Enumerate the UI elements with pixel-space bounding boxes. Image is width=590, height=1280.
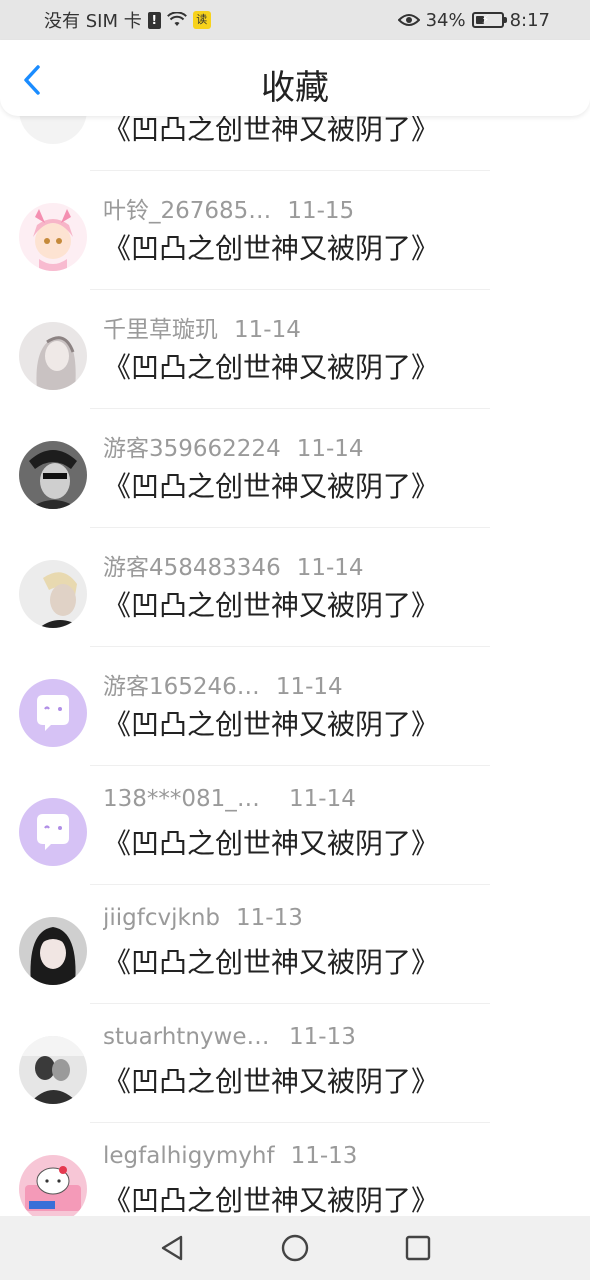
item-meta: 千里草璇玑 11-14 [103,310,301,344]
couple-photo-avatar-icon [19,1036,87,1104]
list-item[interactable]: jiigfcvjknb 11-13 《凹凸之创世神又被阴了》 [0,885,590,1004]
list-item[interactable]: stuarhtnywei… 11-13 《凹凸之创世神又被阴了》 [0,1004,590,1123]
list-item[interactable]: 游客165246… 11-14 《凹凸之创世神又被阴了》 [0,647,590,766]
item-date: 11-14 [296,555,364,581]
avatar[interactable] [19,322,87,390]
item-meta: legfalhigymyhf 11-13 [103,1143,357,1169]
item-title: 《凹凸之创世神又被阴了》 [103,708,440,741]
avatar[interactable] [19,798,87,866]
avatar[interactable] [19,560,87,628]
nav-back-button[interactable] [152,1228,192,1268]
user-name: legfalhigymyhf [103,1143,275,1169]
user-name: 叶铃_267685… [103,198,272,224]
user-name: jiigfcvjknb [103,905,221,931]
user-name: 游客458483346 [103,555,281,581]
user-name: 138***081_4… [103,786,273,812]
item-title: 《凹凸之创世神又被阴了》 [103,827,440,860]
dark-hair-girl-avatar-icon [19,917,87,985]
list-item[interactable]: legfalhigymyhf 11-13 《凹凸之创世神又被阴了》 [0,1123,590,1216]
default-chat-avatar-icon [19,679,87,747]
item-title: 《凹凸之创世神又被阴了》 [103,589,440,622]
item-date: 11-15 [287,198,355,224]
item-date: 11-13 [236,905,303,931]
status-left: 没有 SIM 卡 ! 读 [44,7,211,33]
reader-app-icon: 读 [192,11,211,29]
item-title: 《凹凸之创世神又被阴了》 [103,1065,440,1098]
item-title: 《凹凸之创世神又被阴了》 [103,1184,440,1216]
item-title: 《凹凸之创世神又被阴了》 [103,470,440,503]
item-date: 11-14 [234,317,301,343]
rose-avatar-icon [19,116,87,144]
eye-icon [397,14,420,26]
header: 收藏 [0,40,590,116]
list-item[interactable]: 138***081_4… 11-14 《凹凸之创世神又被阴了》 [0,766,590,885]
list-item[interactable]: 游客458483346 11-14 《凹凸之创世神又被阴了》 [0,528,590,647]
list-item[interactable]: 《凹凸之创世神又被阴了》 [0,116,590,171]
item-title: 《凹凸之创世神又被阴了》 [103,351,440,384]
avatar[interactable] [19,1155,87,1216]
item-meta: 游客458483346 11-14 [103,548,364,582]
avatar[interactable] [19,917,87,985]
user-name: stuarhtnywei… [103,1024,273,1050]
avatar[interactable] [19,679,87,747]
blond-boy-avatar-icon [19,560,87,628]
avatar[interactable] [19,441,87,509]
item-date: 11-13 [289,1024,356,1050]
battery-percent: 34% [425,9,466,31]
carrier-text: 没有 SIM 卡 [44,11,142,32]
wifi-icon [166,12,187,26]
sketch-girl-avatar-icon [19,322,87,390]
nav-recents-button[interactable] [398,1228,438,1268]
item-date: 11-14 [289,786,356,812]
bw-man-avatar-icon [19,441,87,509]
item-meta: jiigfcvjknb 11-13 [103,905,303,931]
system-nav-bar [0,1216,590,1280]
item-date: 11-14 [275,674,343,700]
avatar[interactable] [19,1036,87,1104]
status-right: 34% ⚡ 8:17 [397,9,550,31]
battery-icon: ⚡ [471,12,507,28]
sim-alert-icon: ! [147,11,161,29]
circle-home-icon [281,1234,309,1262]
clock: 8:17 [509,9,550,31]
item-meta: 138***081_4… 11-14 [103,786,356,812]
hello-kitty-avatar-icon [19,1155,87,1216]
item-title: 《凹凸之创世神又被阴了》 [103,232,440,265]
page-title: 收藏 [261,68,329,108]
favorites-list: 《凹凸之创世神又被阴了》 叶铃_267685… 11-15 《凹凸之创世神又被阴… [0,116,590,1216]
item-meta: 游客359662224 11-14 [103,429,364,463]
charging-icon: ⚡ [481,13,490,26]
user-name: 游客359662224 [103,436,281,462]
nav-home-button[interactable] [275,1228,315,1268]
user-name: 游客165246… [103,674,260,700]
item-date: 11-14 [296,436,364,462]
item-meta: 游客165246… 11-14 [103,667,343,701]
status-bar: 没有 SIM 卡 ! 读 34% ⚡ 8:17 [0,0,590,40]
item-meta: stuarhtnywei… 11-13 [103,1024,356,1050]
list-item[interactable]: 叶铃_267685… 11-15 《凹凸之创世神又被阴了》 [0,171,590,290]
user-name: 千里草璇玑 [103,317,218,343]
square-recents-icon [406,1235,431,1261]
item-date: 11-13 [290,1143,358,1169]
anime-girl-avatar-icon [19,203,87,271]
item-meta: 叶铃_267685… 11-15 [103,191,354,225]
list-item[interactable]: 千里草璇玑 11-14 《凹凸之创世神又被阴了》 [0,290,590,409]
item-title: 《凹凸之创世神又被阴了》 [103,946,440,979]
default-chat-avatar-icon [19,798,87,866]
item-title: 《凹凸之创世神又被阴了》 [103,116,440,146]
list-item[interactable]: 游客359662224 11-14 《凹凸之创世神又被阴了》 [0,409,590,528]
avatar[interactable] [19,116,87,144]
avatar[interactable] [19,203,87,271]
triangle-back-icon [161,1235,182,1261]
